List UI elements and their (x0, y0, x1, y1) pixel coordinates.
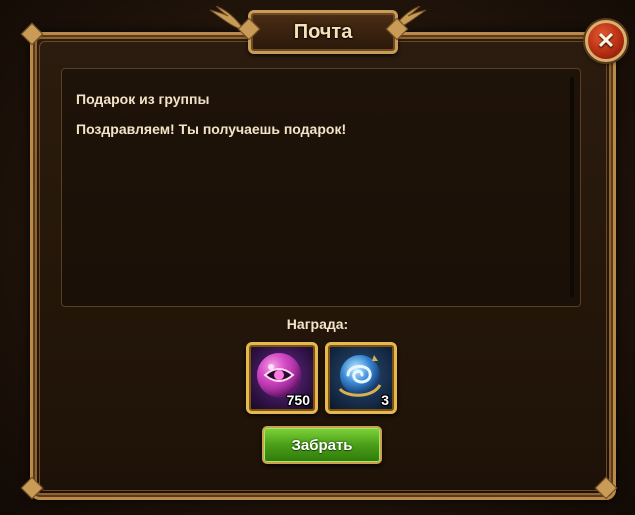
close-icon: ✕ (596, 28, 616, 53)
message-scrollbar[interactable] (570, 77, 574, 297)
message-panel: Подарок из группы Поздравляем! Ты получа… (61, 68, 581, 307)
claim-button[interactable]: Забрать (262, 426, 382, 464)
reward-label: Награда: (286, 316, 349, 332)
close-button[interactable]: ✕ (585, 20, 627, 62)
reward-count: 3 (381, 392, 389, 408)
message-body: Поздравляем! Ты получаешь подарок! (76, 121, 347, 137)
reward-item[interactable]: 750 (246, 342, 318, 414)
dialog-title-plate: Почта (248, 10, 398, 54)
game-screen: Почта ✕ Подарок из группы Поздравляем! Т… (0, 0, 635, 515)
message-subject: Подарок из группы (76, 91, 210, 107)
claim-button-label: Забрать (291, 436, 353, 454)
reward-item[interactable]: 3 (325, 342, 397, 414)
reward-count: 750 (286, 392, 310, 408)
dialog-title: Почта (293, 20, 353, 43)
